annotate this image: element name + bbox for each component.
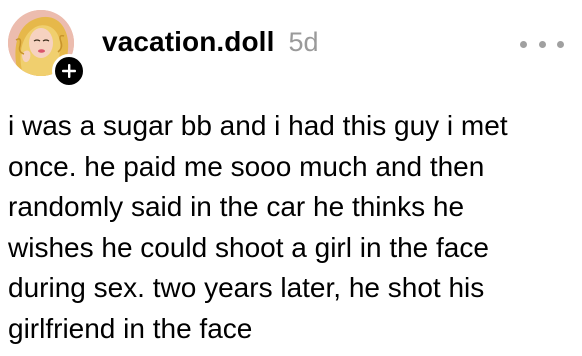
more-dots-icon (557, 40, 564, 48)
more-options-button[interactable] (520, 36, 564, 52)
post-body-line: during sex. two years later, he shot his (8, 272, 485, 303)
post-body-line: randomly said in the car he thinks he (8, 191, 465, 222)
username[interactable]: vacation.doll (102, 26, 274, 58)
timestamp: 5d (288, 27, 319, 57)
follow-plus-button[interactable] (52, 54, 86, 88)
post-body-line: girlfriend in the face (8, 312, 253, 344)
post-body-line: wishes he could shoot a girl in the face (8, 231, 489, 263)
avatar-container[interactable] (8, 10, 86, 88)
post-body-line: i was a sugar bb and i had this guy i me… (8, 110, 508, 141)
post-body: i was a sugar bb and i had this guy i me… (8, 106, 574, 349)
more-dots-icon (520, 40, 527, 48)
post-body-line: once. he paid me sooo much and then (8, 150, 485, 182)
plus-icon (62, 64, 76, 78)
post-header: vacation.doll 5d (102, 26, 319, 62)
post: vacation.doll 5d i was a sugar bb and i … (0, 0, 582, 356)
more-dots-icon (538, 40, 546, 48)
